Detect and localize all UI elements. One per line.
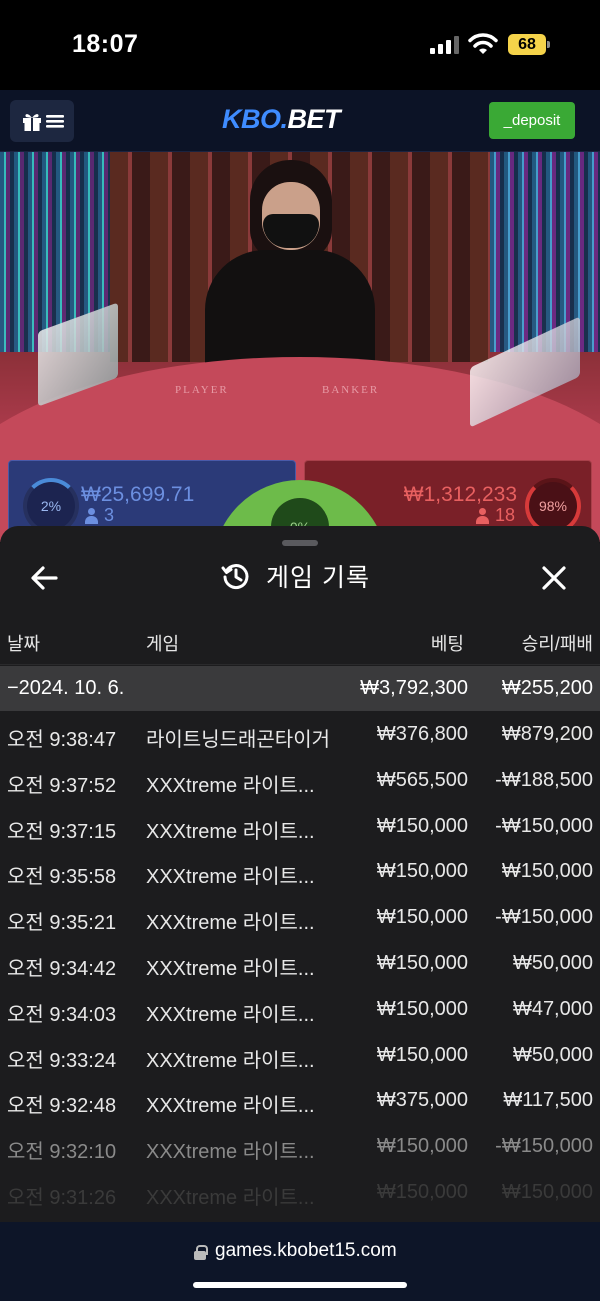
history-icon — [221, 564, 249, 590]
row-result: ₩117,500 — [503, 1089, 593, 1112]
wifi-icon — [468, 33, 498, 54]
row-time: 오전 9:32:10 — [7, 1141, 117, 1164]
column-header-date[interactable]: 날짜 — [7, 630, 40, 656]
row-time: 오전 9:31:26 — [7, 1186, 117, 1209]
history-row[interactable]: 오전 9:34:03 XXXtreme 라이트... ₩150,000 ₩47,… — [0, 986, 600, 1032]
row-time: 오전 9:37:15 — [7, 820, 117, 843]
sheet-header: 게임 기록 — [0, 548, 600, 608]
column-header-game[interactable]: 게임 — [146, 630, 179, 656]
table-player-label: PLAYER — [175, 384, 229, 396]
row-bet: ₩375,000 — [376, 1089, 468, 1112]
history-row[interactable]: 오전 9:38:47 라이트닝드래곤타이거 ₩376,800 ₩879,200 — [0, 711, 600, 757]
close-icon[interactable] — [536, 560, 572, 596]
hamburger-icon — [45, 115, 64, 128]
row-game: XXXtreme 라이트... — [146, 866, 315, 889]
row-result: ₩150,000 — [501, 1180, 593, 1203]
row-game: XXXtreme 라이트... — [146, 1186, 315, 1209]
history-row[interactable]: 오전 9:34:42 XXXtreme 라이트... ₩150,000 ₩50,… — [0, 940, 600, 986]
row-bet: ₩150,000 — [376, 951, 468, 974]
player-bettor-count: 3 — [85, 505, 114, 526]
banker-bettor-count: 18 — [475, 505, 515, 526]
browser-url-bar[interactable]: games.kbobet15.com — [0, 1222, 600, 1301]
row-bet: ₩150,000 — [376, 906, 468, 929]
row-bet: ₩150,000 — [376, 1135, 468, 1158]
history-row[interactable]: 오전 9:32:48 XXXtreme 라이트... ₩375,000 ₩117… — [0, 1077, 600, 1123]
row-game: 라이트닝드래곤타이거 — [146, 729, 330, 751]
history-row[interactable]: 오전 9:35:58 XXXtreme 라이트... ₩150,000 ₩150… — [0, 848, 600, 894]
row-result: ₩47,000 — [512, 997, 593, 1020]
row-result: ₩150,000 — [501, 860, 593, 883]
row-game: XXXtreme 라이트... — [146, 774, 315, 797]
column-header-bet[interactable]: 베팅 — [431, 630, 464, 656]
person-icon — [475, 507, 489, 524]
row-result: ₩50,000 — [512, 1043, 593, 1066]
date-group-win-total: ₩255,200 — [501, 677, 593, 699]
history-row[interactable]: 오전 9:37:15 XXXtreme 라이트... ₩150,000 -₩15… — [0, 803, 600, 849]
row-result: -₩188,500 — [495, 768, 593, 791]
game-history-sheet: 게임 기록 날짜 게임 베팅 승리/패배 −2024. 10. 6. ₩3,79… — [0, 526, 600, 1222]
banker-total-amount: ₩1,312,233 — [403, 483, 517, 506]
row-game: XXXtreme 라이트... — [146, 1095, 315, 1118]
row-time: 오전 9:37:52 — [7, 774, 117, 797]
row-game: XXXtreme 라이트... — [146, 1141, 315, 1164]
row-bet: ₩376,800 — [376, 723, 468, 745]
home-indicator[interactable] — [193, 1282, 407, 1288]
history-row[interactable]: 오전 9:37:52 XXXtreme 라이트... ₩565,500 -₩18… — [0, 757, 600, 803]
date-group-bet-total: ₩3,792,300 — [360, 677, 468, 699]
row-result: -₩150,000 — [495, 906, 593, 929]
row-result: ₩879,200 — [501, 723, 593, 745]
row-result: ₩50,000 — [512, 951, 593, 974]
row-time: 오전 9:33:24 — [7, 1049, 117, 1072]
person-icon — [85, 507, 98, 524]
lock-icon — [194, 1245, 208, 1260]
sheet-title: 게임 기록 — [220, 558, 370, 594]
row-game: XXXtreme 라이트... — [146, 912, 315, 935]
menu-button[interactable] — [10, 100, 74, 142]
site-logo[interactable]: KBO.BET — [222, 104, 340, 135]
row-game: XXXtreme 라이트... — [146, 1049, 315, 1072]
history-row[interactable]: 오전 9:31:26 XXXtreme 라이트... ₩150,000 ₩150… — [0, 1169, 600, 1215]
battery-tip — [547, 41, 550, 48]
date-group-date: −2024. 10. 6. — [7, 677, 125, 699]
row-bet: ₩150,000 — [376, 1043, 468, 1066]
table-banker-label: BANKER — [322, 384, 380, 396]
signal-icon — [430, 36, 460, 54]
history-row[interactable]: 오전 9:35:21 XXXtreme 라이트... ₩150,000 -₩15… — [0, 894, 600, 940]
row-time: 오전 9:32:48 — [7, 1095, 117, 1118]
status-bar: 18:07 68 — [0, 0, 600, 90]
row-bet: ₩565,500 — [376, 768, 468, 791]
battery-indicator: 68 — [508, 34, 546, 55]
row-time: 오전 9:34:42 — [7, 957, 117, 980]
gift-icon — [22, 114, 41, 131]
history-row[interactable]: 오전 9:33:24 XXXtreme 라이트... ₩150,000 ₩50,… — [0, 1032, 600, 1078]
row-game: XXXtreme 라이트... — [146, 820, 315, 843]
row-time: 오전 9:35:58 — [7, 866, 117, 889]
date-group-row[interactable]: −2024. 10. 6. ₩3,792,300 ₩255,200 — [0, 666, 600, 711]
deposit-button[interactable]: _deposit — [489, 102, 575, 139]
row-time: 오전 9:35:21 — [7, 912, 117, 935]
row-time: 오전 9:34:03 — [7, 1003, 117, 1026]
back-arrow-icon[interactable] — [26, 562, 62, 594]
column-header-win-loss[interactable]: 승리/패배 — [522, 630, 593, 656]
row-time: 오전 9:38:47 — [7, 729, 117, 751]
url-text[interactable]: games.kbobet15.com — [215, 1240, 397, 1262]
row-bet: ₩150,000 — [376, 1180, 468, 1203]
row-result: -₩150,000 — [495, 1135, 593, 1158]
row-game: XXXtreme 라이트... — [146, 1003, 315, 1026]
row-game: XXXtreme 라이트... — [146, 957, 315, 980]
header-divider — [0, 664, 600, 665]
row-bet: ₩150,000 — [376, 814, 468, 837]
sheet-grabber[interactable] — [282, 540, 318, 546]
row-result: -₩150,000 — [495, 814, 593, 837]
history-row[interactable]: 오전 9:32:10 XXXtreme 라이트... ₩150,000 -₩15… — [0, 1123, 600, 1169]
player-total-amount: ₩25,699.71 — [81, 483, 195, 506]
row-bet: ₩150,000 — [376, 860, 468, 883]
row-bet: ₩150,000 — [376, 997, 468, 1020]
history-rows: 오전 9:38:47 라이트닝드래곤타이거 ₩376,800 ₩879,200 … — [0, 711, 600, 1215]
status-time: 18:07 — [72, 30, 139, 58]
